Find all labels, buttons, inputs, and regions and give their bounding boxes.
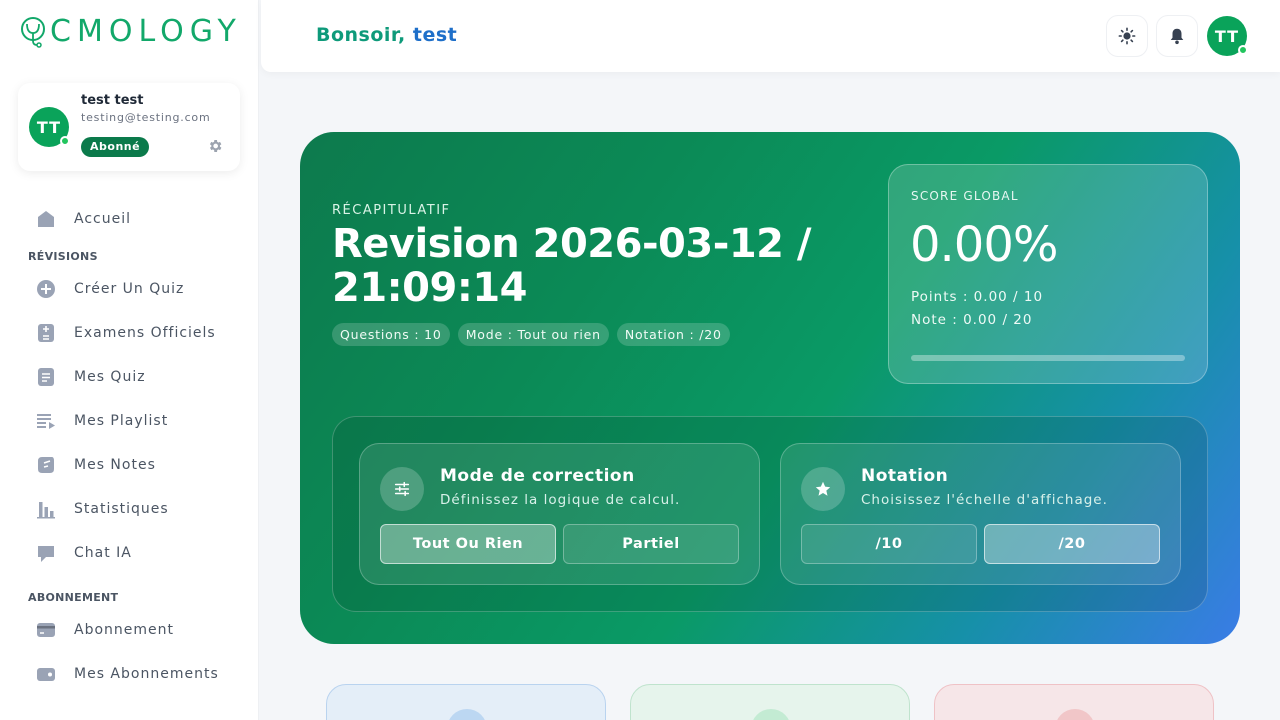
greeting: Bonsoir, test [316,24,457,46]
notifications-button[interactable] [1156,15,1198,57]
score-card: SCORE GLOBAL 0.00% Points : 0.00 / 10 No… [888,164,1208,384]
settings-panel: Mode de correction Définissez la logique… [332,416,1208,612]
page-title: Revision 2026-03-12 / 21:09:14 [332,221,812,311]
stethoscope-logo-icon [21,17,45,48]
section-title-revisions: RÉVISIONS [28,250,98,263]
sliders-icon [380,467,424,511]
calculator-icon [36,323,56,343]
notation-option-10[interactable]: /10 [801,524,977,564]
online-status-dot [60,136,70,146]
revision-summary-hero: RÉCAPITULATIF Revision 2026-03-12 / 21:0… [300,132,1240,644]
sidebar-item-examens-officiels[interactable]: Examens Officiels [28,317,238,349]
avatar-initials: TT [1214,26,1240,46]
brand-logo[interactable]: CMOLOGY [18,14,242,50]
profile-name: test test [81,93,144,108]
chip-mode: Mode : Tout ou rien [457,323,609,346]
bell-icon [1170,28,1184,45]
hero-eyebrow: RÉCAPITULATIF [332,203,451,218]
user-avatar-button[interactable]: TT [1207,16,1248,56]
subscription-badge: Abonné [81,137,150,157]
sidebar-item-mes-playlist[interactable]: Mes Playlist [28,405,238,437]
stat-card-icon-circle [751,709,791,720]
sidebar-item-label: Statistiques [74,501,169,517]
sidebar-item-label: Mes Playlist [74,413,169,429]
score-note: Note : 0.00 / 20 [911,312,1033,328]
sidebar-item-chat-ia[interactable]: Chat IA [28,537,238,569]
correction-option-tout-ou-rien[interactable]: Tout Ou Rien [380,524,556,564]
stat-card-icon-circle [1055,709,1095,720]
sidebar-item-label: Accueil [74,211,131,227]
correction-mode-desc: Définissez la logique de calcul. [440,492,681,508]
online-status-dot [1238,45,1248,55]
bar-chart-icon [36,499,56,519]
sidebar-item-label: Mes Quiz [74,369,146,385]
sidebar-item-mes-abonnements[interactable]: Mes Abonnements [28,658,238,690]
avatar-initials: TT [36,117,62,137]
brand-name: CMOLOGY [50,14,242,49]
document-icon [36,367,56,387]
avatar[interactable]: TT [29,107,70,147]
profile-card: TT test test testing@testing.com Abonné [18,83,240,171]
score-progress-bar [911,355,1185,361]
notation-option-20[interactable]: /20 [984,524,1160,564]
chip-questions: Questions : 10 [332,323,450,346]
sun-icon [1118,27,1136,45]
chat-icon [36,543,56,563]
sidebar-item-label: Mes Abonnements [74,666,219,682]
notation-card: Notation Choisissez l'échelle d'affichag… [780,443,1181,585]
sidebar-item-statistiques[interactable]: Statistiques [28,493,238,525]
score-points: Points : 0.00 / 10 [911,289,1044,305]
profile-email: testing@testing.com [81,111,211,124]
sidebar: CMOLOGY TT test test testing@testing.com… [0,0,259,720]
star-icon [801,467,845,511]
notation-title: Notation [861,466,949,486]
correction-mode-title: Mode de correction [440,466,635,486]
top-header: Bonsoir, test TT [261,0,1280,72]
sidebar-item-label: Créer Un Quiz [74,281,185,297]
greeting-username: test [412,24,458,46]
sidebar-item-mes-quiz[interactable]: Mes Quiz [28,361,238,393]
stat-card-red [934,684,1214,720]
playlist-icon [36,411,56,431]
sidebar-item-label: Examens Officiels [74,325,216,341]
chip-notation: Notation : /20 [616,323,730,346]
sidebar-item-abonnement[interactable]: Abonnement [28,614,238,646]
correction-option-partiel[interactable]: Partiel [563,524,739,564]
wallet-icon [36,664,56,684]
plus-circle-icon [36,279,56,299]
stat-card-green [630,684,910,720]
credit-card-icon [36,620,56,640]
sidebar-item-label: Chat IA [74,545,132,561]
summary-chips: Questions : 10 Mode : Tout ou rien Notat… [332,323,730,346]
correction-mode-card: Mode de correction Définissez la logique… [359,443,760,585]
notes-icon [36,455,56,475]
sidebar-item-label: Abonnement [74,622,175,638]
gear-icon[interactable] [207,138,223,154]
stat-card-icon-circle [447,709,487,720]
stat-card-blue [326,684,606,720]
sidebar-item-accueil[interactable]: Accueil [28,203,238,235]
greeting-prefix: Bonsoir, [316,24,406,46]
section-title-abonnement: ABONNEMENT [28,591,119,604]
sidebar-item-mes-notes[interactable]: Mes Notes [28,449,238,481]
sidebar-item-creer-quiz[interactable]: Créer Un Quiz [28,273,238,305]
theme-toggle-button[interactable] [1106,15,1148,57]
home-icon [36,209,56,229]
score-label: SCORE GLOBAL [911,189,1019,203]
notation-desc: Choisissez l'échelle d'affichage. [861,492,1108,508]
score-value: 0.00% [910,217,1058,273]
sidebar-item-label: Mes Notes [74,457,156,473]
